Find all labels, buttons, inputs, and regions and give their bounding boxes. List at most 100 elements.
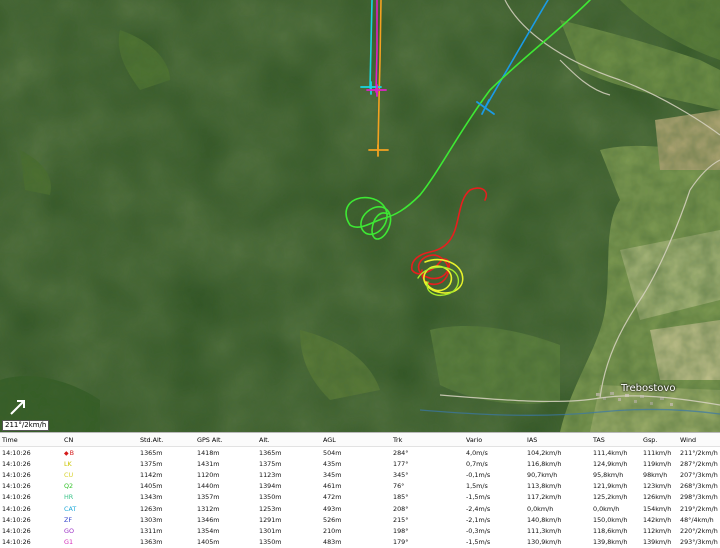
cell-trk: 179° bbox=[393, 538, 409, 547]
cell-agl: 435m bbox=[323, 459, 342, 468]
cell-time: 14:10:26 bbox=[2, 482, 31, 491]
cell-std-alt: 1363m bbox=[140, 538, 163, 547]
cell-alt: 1253m bbox=[259, 504, 282, 513]
col-header-time[interactable]: Time bbox=[0, 433, 62, 447]
col-header-tas[interactable]: TAS bbox=[591, 433, 641, 447]
cell-tas: 0,0km/h bbox=[593, 504, 620, 513]
cell-alt: 1350m bbox=[259, 538, 282, 547]
cell-cn: CU bbox=[62, 469, 138, 480]
cell-alt: 1301m bbox=[259, 526, 282, 535]
cell-ias: 0,0km/h bbox=[527, 504, 554, 513]
cell-tas: 111,4km/h bbox=[593, 448, 628, 457]
cell-tas: 121,9km/h bbox=[593, 482, 628, 491]
table-row[interactable]: 14:10:26 ◆B 1365m 1418m 1365m 504m 284° 4,0m/s 1… bbox=[0, 447, 720, 459]
flight-data-table-panel[interactable]: Time CN Std.Alt. GPS Alt. Alt. AGL Trk V… bbox=[0, 432, 720, 547]
cell-vario: -1,5m/s bbox=[466, 538, 491, 547]
cell-std-alt: 1142m bbox=[140, 470, 163, 479]
col-header-agl[interactable]: AGL bbox=[321, 433, 391, 447]
table-row[interactable]: 14:10:26 LK 1375m 1431m 1375m 435m 177° 0,7m/s 1… bbox=[0, 458, 720, 469]
cell-gps-alt: 1346m bbox=[197, 515, 220, 524]
table-row[interactable]: 14:10:26 CU 1142m 1120m 1123m 345m 345° -0,1m/s… bbox=[0, 469, 720, 480]
cell-std-alt: 1365m bbox=[140, 448, 163, 457]
col-header-wind[interactable]: Wind bbox=[678, 433, 720, 447]
cell-agl: 472m bbox=[323, 493, 342, 502]
cell-time: 14:10:26 bbox=[2, 493, 31, 502]
cell-vario: -2,4m/s bbox=[466, 504, 491, 513]
cell-trk: 284° bbox=[393, 448, 409, 457]
cell-vario: 4,0m/s bbox=[466, 448, 488, 457]
cell-alt: 1123m bbox=[259, 470, 282, 479]
cell-vario: -2,1m/s bbox=[466, 515, 491, 524]
cell-wind: 219°/2km/h bbox=[680, 504, 718, 513]
col-header-gps-alt[interactable]: GPS Alt. bbox=[195, 433, 257, 447]
cell-tas: 125,2km/h bbox=[593, 493, 628, 502]
col-header-trk[interactable]: Trk bbox=[391, 433, 464, 447]
cell-std-alt: 1405m bbox=[140, 482, 163, 491]
cell-gps-alt: 1312m bbox=[197, 504, 220, 513]
cell-vario: -0,3m/s bbox=[466, 526, 491, 535]
col-header-cn[interactable]: CN bbox=[62, 433, 138, 447]
cell-time: 14:10:26 bbox=[2, 470, 31, 479]
competition-number: HR bbox=[64, 493, 74, 502]
col-header-std-alt[interactable]: Std.Alt. bbox=[138, 433, 195, 447]
cell-agl: 461m bbox=[323, 482, 342, 491]
cell-cn: Q2 bbox=[62, 481, 138, 492]
cell-ias: 90,7km/h bbox=[527, 470, 558, 479]
table-row[interactable]: 14:10:26 HR 1343m 1357m 1350m 472m 185° -1,5m/s… bbox=[0, 492, 720, 503]
table-row[interactable]: 14:10:26 ZF 1303m 1346m 1291m 526m 215° -2,1m/s… bbox=[0, 514, 720, 525]
table-row[interactable]: 14:10:26 GO 1311m 1354m 1301m 210m 198° -0,3m/s… bbox=[0, 525, 720, 536]
cell-ias: 116,8km/h bbox=[527, 459, 562, 468]
table-row[interactable]: 14:10:26 CAT 1263m 1312m 1253m 493m 208° -2,4m/… bbox=[0, 503, 720, 514]
cell-cn: ◆B bbox=[62, 447, 138, 459]
cell-std-alt: 1375m bbox=[140, 459, 163, 468]
cell-gsp: 111km/h bbox=[643, 448, 672, 457]
cell-vario: 1,5m/s bbox=[466, 482, 488, 491]
cell-alt: 1365m bbox=[259, 448, 282, 457]
cell-agl: 483m bbox=[323, 538, 342, 547]
cell-time: 14:10:26 bbox=[2, 504, 31, 513]
wind-readout: 211°/2km/h bbox=[2, 420, 50, 431]
competition-number: CU bbox=[64, 470, 74, 479]
cell-vario: -0,1m/s bbox=[466, 470, 491, 479]
cell-gps-alt: 1405m bbox=[197, 538, 220, 547]
cell-agl: 526m bbox=[323, 515, 342, 524]
col-header-alt[interactable]: Alt. bbox=[257, 433, 321, 447]
competition-number: ZF bbox=[64, 515, 73, 524]
cell-cn: GO bbox=[62, 525, 138, 536]
cell-gsp: 126km/h bbox=[643, 493, 672, 502]
flight-data-table: Time CN Std.Alt. GPS Alt. Alt. AGL Trk V… bbox=[0, 433, 720, 548]
cell-gps-alt: 1418m bbox=[197, 448, 220, 457]
cell-tas: 139,8km/h bbox=[593, 538, 628, 547]
cell-gsp: 123km/h bbox=[643, 482, 672, 491]
cell-agl: 504m bbox=[323, 448, 342, 457]
cell-gps-alt: 1440m bbox=[197, 482, 220, 491]
cell-trk: 208° bbox=[393, 504, 409, 513]
table-row[interactable]: 14:10:26 Q2 1405m 1440m 1394m 461m 76° 1,5m/s 11… bbox=[0, 481, 720, 492]
cell-gsp: 154km/h bbox=[643, 504, 672, 513]
cell-wind: 268°/3km/h bbox=[680, 482, 718, 491]
cell-cn: CAT bbox=[62, 503, 138, 514]
cell-gsp: 98km/h bbox=[643, 470, 668, 479]
competition-number: G1 bbox=[64, 538, 74, 547]
table-row[interactable]: 14:10:26 G1 1363m 1405m 1350m 483m 179° -1,5m/s… bbox=[0, 537, 720, 548]
col-header-ias[interactable]: IAS bbox=[525, 433, 591, 447]
cell-trk: 177° bbox=[393, 459, 409, 468]
cell-trk: 345° bbox=[393, 470, 409, 479]
cell-tas: 150,0km/h bbox=[593, 515, 628, 524]
competition-number: GO bbox=[64, 526, 74, 535]
cell-gsp: 119km/h bbox=[643, 459, 672, 468]
col-header-vario[interactable]: Vario bbox=[464, 433, 525, 447]
cell-wind: 220°/2km/h bbox=[680, 526, 718, 535]
cell-wind: 287°/2km/h bbox=[680, 459, 718, 468]
cell-trk: 198° bbox=[393, 526, 409, 535]
cell-gsp: 139km/h bbox=[643, 538, 672, 547]
col-header-gsp[interactable]: Gsp. bbox=[641, 433, 678, 447]
cell-time: 14:10:26 bbox=[2, 459, 31, 468]
satellite-map[interactable]: Trebostovo 211°/2km/h bbox=[0, 0, 720, 432]
cell-ias: 117,2km/h bbox=[527, 493, 562, 502]
map-canvas[interactable] bbox=[0, 0, 720, 432]
cell-std-alt: 1263m bbox=[140, 504, 163, 513]
cell-vario: -1,5m/s bbox=[466, 493, 491, 502]
cell-ias: 104,2km/h bbox=[527, 448, 562, 457]
cell-tas: 118,6km/h bbox=[593, 526, 628, 535]
